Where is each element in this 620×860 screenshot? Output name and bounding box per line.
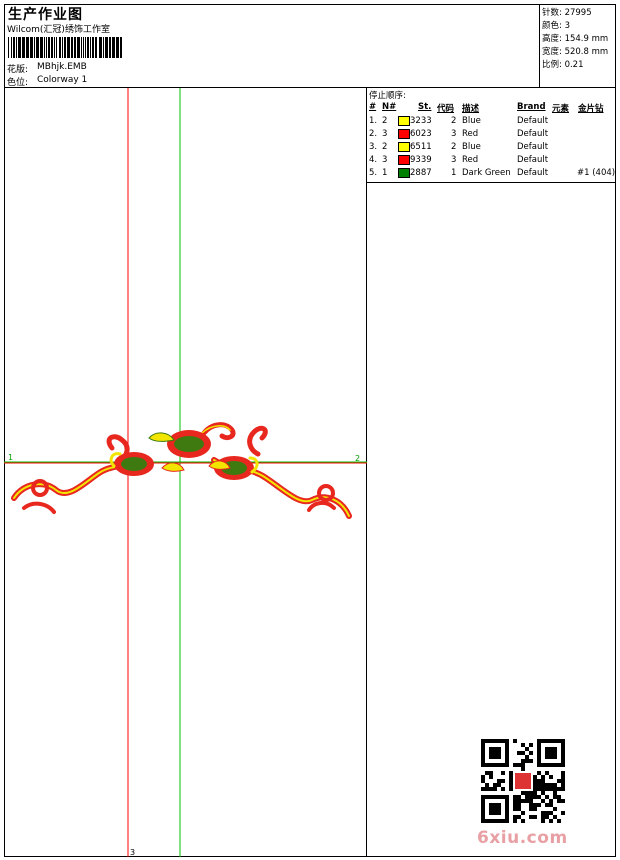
table-row: 4. 3 9339 3 Red Default [367,155,616,168]
stop-sequence-title: 停止顺序: [369,91,406,101]
row-index: 4. [369,155,378,165]
color-swatch [398,116,410,126]
row-brand: Default [517,129,549,139]
row-brand: Default [517,155,549,165]
row-needle: 1 [382,168,388,178]
row-index: 1. [369,116,378,126]
col-header-element: 元素 [552,104,570,114]
page-title: 生产作业图 [8,7,83,23]
table-row: 2. 3 6023 3 Red Default [367,129,616,142]
design-width: 宽度: 520.8 mm [542,47,609,57]
guide-marker-right: 2 [355,454,360,463]
embroidery-preview: 1 2 3 [4,88,367,857]
col-header-index: # [369,102,377,112]
color-count: 颜色: 3 [542,21,570,31]
color-swatch [398,142,410,152]
design-file-value: MBhjk.EMB [37,62,87,72]
guide-marker-bottom: 3 [130,848,135,857]
design-scale: 比例: 0.21 [542,60,584,70]
color-swatch [398,168,410,178]
qr-code-image [481,739,565,823]
col-header-sequins: 金片钻 [578,104,604,114]
colorway-label: 色位: [7,78,29,88]
row-brand: Default [517,168,549,178]
row-code: 6511 [410,142,432,152]
company-name: Wilcom(汇冠)绣饰工作室 [7,25,110,35]
design-file-label: 花版: [7,65,29,75]
table-row: 5. 1 2887 1 Dark Green Default #1 (404) [367,168,616,181]
embroidery-motif [11,422,352,519]
row-needle: 2 [382,116,388,126]
row-index: 2. [369,129,378,139]
row-description: Red [462,155,479,165]
row-stops: 3 [451,129,457,139]
col-header-brand: Brand [517,102,546,112]
row-brand: Default [517,142,549,152]
row-index: 3. [369,142,378,152]
row-code: 6023 [410,129,432,139]
color-swatch [398,155,410,165]
barcode-image [8,37,122,58]
row-brand: Default [517,116,549,126]
row-needle: 3 [382,129,388,139]
row-stops: 2 [451,116,457,126]
row-description: Dark Green [462,168,511,178]
col-header-needle: N# [382,102,397,112]
row-index: 5. [369,168,378,178]
row-description: Blue [462,116,481,126]
row-needle: 3 [382,155,388,165]
row-stops: 3 [451,155,457,165]
table-row: 1. 2 3233 2 Blue Default [367,116,616,129]
row-code: 3233 [410,116,432,126]
row-stops: 1 [451,168,457,178]
colorway-value: Colorway 1 [37,75,88,85]
design-file-row: 花版: MBhjk.EMB [7,62,87,75]
design-height: 高度: 154.9 mm [542,34,609,44]
col-header-code: 代码 [437,104,455,114]
row-code: 9339 [410,155,432,165]
row-code: 2887 [410,168,432,178]
color-swatch [398,129,410,139]
watermark-logo: 6xiu.com [477,828,568,848]
row-description: Blue [462,142,481,152]
col-header-stitches: St. [418,102,432,112]
colorway-row: 色位: Colorway 1 [7,75,87,88]
row-needle: 2 [382,142,388,152]
row-stops: 2 [451,142,457,152]
table-row: 3. 2 6511 2 Blue Default [367,142,616,155]
row-description: Red [462,129,479,139]
col-header-description: 描述 [462,104,480,114]
stitch-count: 针数: 27995 [542,8,592,18]
row-extra: #1 (404) [577,168,616,178]
guide-marker-left: 1 [8,453,13,462]
